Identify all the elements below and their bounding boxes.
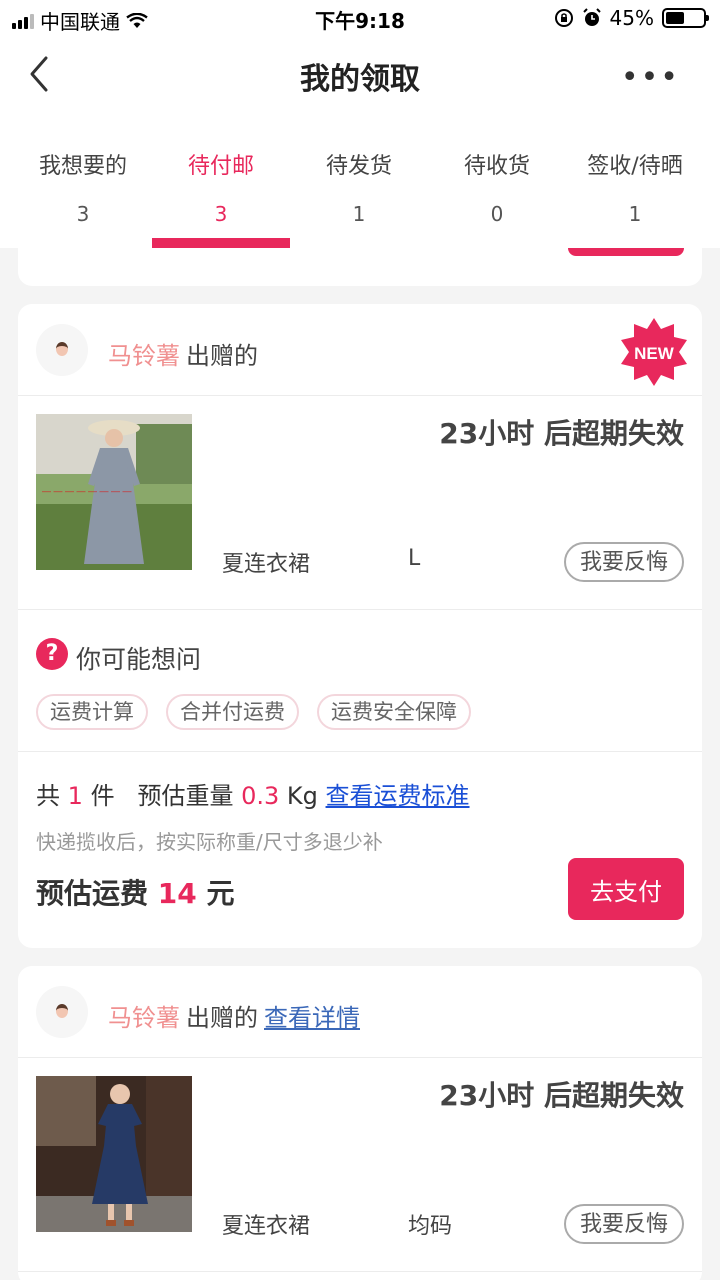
faq-section: ? 你可能想问 运费计算 合并付运费 运费安全保障 <box>18 610 702 752</box>
more-options-icon[interactable]: ••• <box>621 60 680 95</box>
giver-suffix: 出赠的 <box>186 342 258 370</box>
tab-pending-postage[interactable]: 待付邮 3 <box>152 120 290 248</box>
tab-pending-receipt[interactable]: 待收货 0 <box>428 120 566 248</box>
estimated-fee: 预估运费 14 元 <box>36 872 235 912</box>
item-weight-line: 共 1 件 预估重量 0.3 Kg 查看运费标准 <box>36 776 470 811</box>
weight-value: 0.3 <box>241 782 280 810</box>
giver-suffix: 出赠的 <box>186 1004 258 1032</box>
status-right: 45% <box>554 6 709 30</box>
item-count: 1 <box>67 782 83 810</box>
count-prefix: 共 <box>36 782 60 810</box>
status-bar: 中国联通 下午9:18 45% <box>0 0 720 36</box>
tab-wanted[interactable]: 我想要的 3 <box>14 120 152 248</box>
tab-label: 签收/待晒 <box>587 154 683 179</box>
tab-count: 0 <box>490 202 504 226</box>
expire-text: 23小时 后超期失效 <box>439 417 684 450</box>
product-size: 均码 <box>408 1214 453 1239</box>
faq-tag-shipping-calc[interactable]: 运费计算 <box>36 694 148 730</box>
giver-name[interactable]: 马铃薯 <box>108 342 180 370</box>
card-header: 马铃薯 出赠的 查看详情 <box>18 966 702 1058</box>
avatar[interactable] <box>36 986 88 1038</box>
nav-bar: 我的领取 ••• <box>0 36 720 120</box>
tab-count: 3 <box>214 202 228 226</box>
faq-tag-shipping-protection[interactable]: 运费安全保障 <box>317 694 471 730</box>
tab-signed-review[interactable]: 签收/待晒 1 <box>566 120 704 248</box>
alarm-icon <box>582 8 601 26</box>
card-header: 马铃薯 出赠的 NEW <box>18 304 702 396</box>
battery-icon <box>662 8 709 28</box>
product-size: L <box>408 546 421 571</box>
tab-count: 3 <box>76 202 90 226</box>
tab-label: 待收货 <box>463 154 530 179</box>
tab-count: 1 <box>352 202 366 226</box>
shipping-note: 快递揽收后，按实际称重/尺寸多退少补 <box>36 830 383 854</box>
question-icon: ? <box>36 638 68 670</box>
view-details-link[interactable]: 查看详情 <box>264 1004 360 1032</box>
tab-label: 待发货 <box>325 154 392 179</box>
gift-card: 马铃薯 出赠的 查看详情 23小时 后超期失效 夏连衣裙 均码 我要反悔 <box>18 966 702 1280</box>
battery-percent: 45% <box>609 6 654 30</box>
fee-value: 14 <box>157 877 197 910</box>
new-badge: NEW <box>621 318 687 386</box>
weight-label: 预估重量 <box>137 782 234 810</box>
product-name: 夏连衣裙 <box>222 552 311 577</box>
previous-card-bottom <box>18 248 702 286</box>
gift-card: 马铃薯 出赠的 NEW — — — — — — — — 23小时 后超期失效 夏连… <box>18 304 702 948</box>
faq-tag-combined-shipping[interactable]: 合并付运费 <box>166 694 299 730</box>
tab-count: 1 <box>628 202 642 226</box>
tab-pending-shipment[interactable]: 待发货 1 <box>290 120 428 248</box>
giver-name[interactable]: 马铃薯 <box>108 1004 180 1032</box>
expire-text: 23小时 后超期失效 <box>439 1079 684 1112</box>
product-row: — — — — — — — — 23小时 后超期失效 夏连衣裙 L 我要反悔 <box>18 396 702 610</box>
faq-tags: 运费计算 合并付运费 运费安全保障 <box>36 694 471 730</box>
previous-card-button[interactable] <box>568 248 684 256</box>
pay-button[interactable]: 去支付 <box>568 858 684 920</box>
orientation-lock-icon <box>554 9 573 27</box>
svg-text:— — — — — — — —: — — — — — — — — <box>42 486 132 496</box>
shipping-standard-link[interactable]: 查看运费标准 <box>326 782 470 810</box>
count-suffix: 件 <box>90 782 115 810</box>
product-image[interactable]: — — — — — — — — <box>36 414 192 570</box>
fee-unit: 元 <box>206 877 235 910</box>
product-row: 23小时 后超期失效 夏连衣裙 均码 我要反悔 <box>18 1058 702 1272</box>
page-title: 我的领取 <box>300 62 420 97</box>
payment-section: 共 1 件 预估重量 0.3 Kg 查看运费标准 快递揽收后，按实际称重/尺寸多… <box>18 752 702 948</box>
active-tab-indicator <box>152 238 290 248</box>
new-badge-text: NEW <box>634 344 675 363</box>
giver-info: 马铃薯 出赠的 <box>108 336 258 371</box>
giver-info: 马铃薯 出赠的 查看详情 <box>108 998 360 1033</box>
product-image[interactable] <box>36 1076 192 1232</box>
tab-label: 待付邮 <box>187 154 254 179</box>
fee-label: 预估运费 <box>36 877 149 910</box>
tab-label: 我想要的 <box>38 154 127 179</box>
avatar[interactable] <box>36 324 88 376</box>
regret-button[interactable]: 我要反悔 <box>563 542 684 582</box>
weight-unit: Kg <box>286 782 318 810</box>
faq-title: 你可能想问 <box>76 645 202 674</box>
product-name: 夏连衣裙 <box>222 1214 311 1239</box>
regret-button[interactable]: 我要反悔 <box>563 1204 684 1244</box>
order-status-tabs: 我想要的 3 待付邮 3 待发货 1 待收货 0 签收/待晒 1 <box>0 120 720 248</box>
